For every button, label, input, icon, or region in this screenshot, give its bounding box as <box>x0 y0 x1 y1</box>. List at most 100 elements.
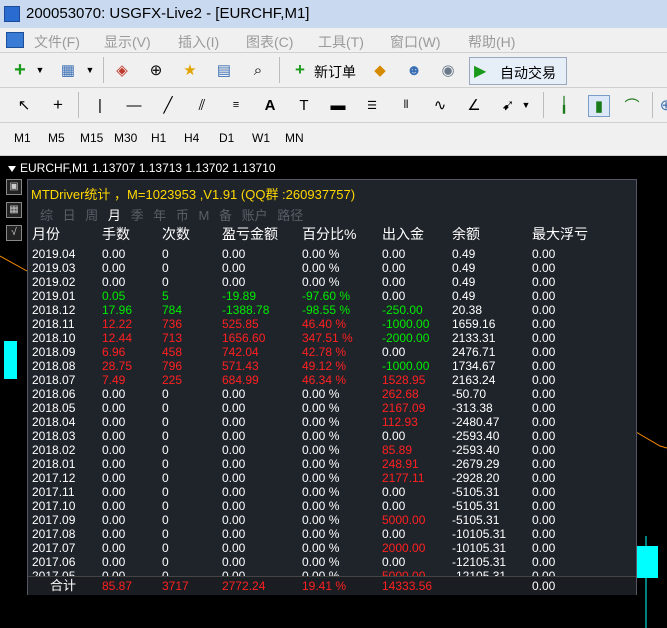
cell-count: 0 <box>162 247 169 261</box>
period-m30[interactable]: M30 <box>114 131 137 145</box>
new-chart-icon[interactable]: + <box>10 59 30 81</box>
auto-trading-label: 自动交易 <box>500 65 556 81</box>
table-row: 2019.04 0.00 0 0.00 0.00 % 0.00 0.49 0.00 <box>32 247 632 261</box>
chart-window[interactable]: EURCHF,M1 1.13707 1.13713 1.13702 1.1371… <box>0 156 667 628</box>
fibonacci-icon[interactable]: ≡ <box>226 95 246 115</box>
cell-balance: 0.49 <box>452 289 476 303</box>
cell-lots: 0.00 <box>102 443 126 457</box>
market-watch-icon[interactable]: ◈ <box>112 60 132 80</box>
tab-day[interactable]: 日 <box>63 208 76 223</box>
tab-month[interactable]: 月 <box>108 208 121 223</box>
cell-max-drawdown: 0.00 <box>532 387 556 401</box>
menu-file[interactable]: 文件(F) <box>34 32 80 52</box>
tab-year[interactable]: 年 <box>153 208 166 223</box>
gann-icon[interactable]: ∠ <box>464 95 484 115</box>
menu-view[interactable]: 显示(V) <box>104 32 151 52</box>
col-deposit: 出入金 <box>382 226 424 242</box>
grid-icon[interactable]: ▦ <box>6 202 22 218</box>
elliott-wave-icon[interactable]: ∿ <box>430 95 450 115</box>
zoom-in-icon[interactable]: ⊕ <box>656 95 667 115</box>
tab-currency[interactable]: 币 <box>176 208 189 223</box>
table-row: 2019.01 0.05 5 -19.89 -97.60 % 0.00 0.49 0.00 <box>32 289 632 303</box>
menu-tools[interactable]: 工具(T) <box>318 32 364 52</box>
menu-help[interactable]: 帮助(H) <box>468 32 515 52</box>
cell-count: 0 <box>162 527 169 541</box>
tab-path[interactable]: 路径 <box>277 208 303 223</box>
col-lots: 手数 <box>102 226 130 242</box>
text-icon[interactable]: A <box>260 95 280 115</box>
cell-deposit: 0.00 <box>382 261 406 275</box>
metaeditor-icon[interactable]: ◆ <box>370 60 390 80</box>
market-icon[interactable]: ◉ <box>438 60 458 80</box>
terminal-icon[interactable]: ▤ <box>214 60 234 80</box>
menu-insert[interactable]: 插入(I) <box>178 32 219 52</box>
crosshair-tool-icon[interactable]: + <box>48 95 68 115</box>
crosshair-icon[interactable]: ⊕ <box>146 60 166 80</box>
table-row: 2018.02 0.00 0 0.00 0.00 % 85.89 -2593.40 0.00 <box>32 443 632 457</box>
stats-tabs: 综 日 周 月 季 年 币 M 备 账户 路径 <box>40 205 309 224</box>
table-row: 2018.07 7.49 225 684.99 46.34 % 1528.95 2163.2… <box>32 373 632 387</box>
chevron-down-icon[interactable]: ▼ <box>30 60 50 80</box>
menu-charts[interactable]: 图表(C) <box>246 32 293 52</box>
period-d1[interactable]: D1 <box>219 131 234 145</box>
period-w1[interactable]: W1 <box>252 131 270 145</box>
chevron-down-icon[interactable]: ▼ <box>80 60 100 80</box>
table-row: 2018.08 28.75 796 571.43 49.12 % -1000.00 1734… <box>32 359 632 373</box>
line-chart-icon[interactable]: ⌒ <box>622 95 642 115</box>
text-label-icon[interactable]: T <box>294 95 314 115</box>
fibo-time-icon[interactable]: ⦀ <box>396 95 416 115</box>
tab-account[interactable]: 账户 <box>242 208 268 223</box>
cell-month: 2018.10 <box>32 331 76 345</box>
cell-lots: 0.00 <box>102 499 126 513</box>
table-row: 2018.04 0.00 0 0.00 0.00 % 112.93 -2480.47 0.00 <box>32 415 632 429</box>
window-icon[interactable]: ▣ <box>6 179 22 195</box>
cell-count: 0 <box>162 471 169 485</box>
cell-count: 0 <box>162 429 169 443</box>
cell-month: 2018.03 <box>32 429 76 443</box>
table-row: 2017.09 0.00 0 0.00 0.00 % 5000.00 -5105.31 0.0… <box>32 513 632 527</box>
chevron-down-icon[interactable]: ▼ <box>516 95 536 115</box>
menu-window[interactable]: 窗口(W) <box>390 32 441 52</box>
period-m5[interactable]: M5 <box>48 131 65 145</box>
signals-icon[interactable]: ☻ <box>404 60 424 80</box>
cell-balance: -313.38 <box>452 401 493 415</box>
new-order-icon[interactable]: + <box>290 60 310 80</box>
cell-balance: -2593.40 <box>452 429 500 443</box>
vertical-line-icon[interactable]: | <box>90 95 110 115</box>
cell-percent: 46.34 % <box>302 373 347 387</box>
profiles-icon[interactable]: ▦ <box>58 60 78 80</box>
period-m15[interactable]: M15 <box>80 131 103 145</box>
trendline-icon[interactable]: ╱ <box>158 95 178 115</box>
arrows-icon[interactable]: ➹ <box>498 95 518 115</box>
toolbar-separator <box>543 92 544 118</box>
horizontal-line-icon[interactable]: — <box>124 95 144 115</box>
cell-month: 2018.12 <box>32 303 76 317</box>
navigator-icon[interactable]: ★ <box>180 60 200 80</box>
cell-month: 2017.10 <box>32 499 76 513</box>
tab-quarter[interactable]: 季 <box>131 208 144 223</box>
period-m1[interactable]: M1 <box>14 131 31 145</box>
cell-lots: 0.00 <box>102 471 126 485</box>
tab-magic[interactable]: M <box>198 208 209 223</box>
new-order-button[interactable]: 新订单 <box>314 62 356 82</box>
equidistant-channel-icon[interactable]: ⫽ <box>192 95 212 115</box>
period-h4[interactable]: H4 <box>184 131 199 145</box>
rectangle-icon[interactable]: ▬ <box>328 95 348 115</box>
strategy-tester-icon[interactable]: ⌕ <box>248 60 268 80</box>
cursor-icon[interactable]: ↖ <box>14 95 34 115</box>
check-icon[interactable]: √ <box>6 225 22 241</box>
auto-trading-toggle[interactable]: ▶ 自动交易 <box>469 57 567 85</box>
bar-chart-icon[interactable]: ╽ <box>554 95 574 115</box>
period-h1[interactable]: H1 <box>151 131 166 145</box>
chart-window-icon[interactable] <box>6 32 24 48</box>
period-mn[interactable]: MN <box>285 131 304 145</box>
tab-week[interactable]: 周 <box>85 208 98 223</box>
candlestick-icon[interactable]: ▮ <box>588 95 610 117</box>
cell-balance: 0.49 <box>452 261 476 275</box>
cell-profit: 571.43 <box>222 359 259 373</box>
tab-summary[interactable]: 综 <box>40 208 53 223</box>
tab-notes[interactable]: 备 <box>219 208 232 223</box>
cell-lots: 0.00 <box>102 485 126 499</box>
cell-profit: 0.00 <box>222 387 246 401</box>
fibo-fan-icon[interactable]: ☰ <box>362 95 382 115</box>
